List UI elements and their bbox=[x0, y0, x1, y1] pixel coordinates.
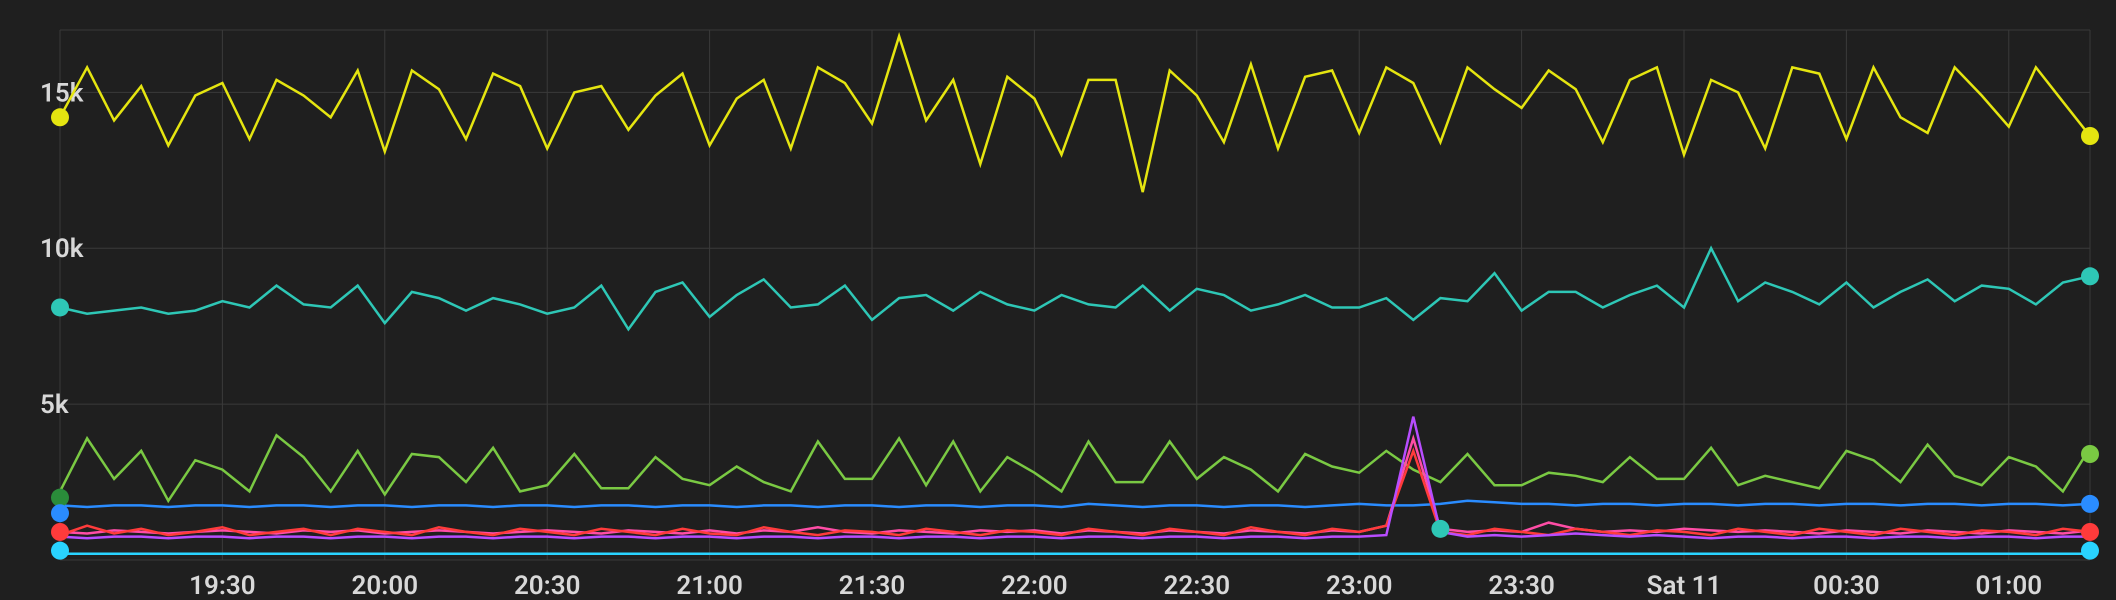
series-teal-end-dot[interactable] bbox=[2081, 267, 2099, 285]
y-tick-label: 15k bbox=[40, 78, 84, 108]
x-tick-label: 22:30 bbox=[1164, 571, 1231, 600]
y-tick-label: 10k bbox=[40, 234, 84, 264]
series-red-end-dot[interactable] bbox=[2081, 523, 2099, 541]
x-tick-label: Sat 11 bbox=[1647, 571, 1722, 600]
series-cyan-end-dot[interactable] bbox=[2081, 542, 2099, 560]
x-tick-label: 00:30 bbox=[1813, 571, 1880, 600]
x-tick-label: 21:00 bbox=[676, 571, 743, 600]
series-group bbox=[60, 36, 2090, 554]
series-purple[interactable] bbox=[60, 417, 2090, 539]
series-yellow-start-dot[interactable] bbox=[51, 108, 69, 126]
x-tick-label: 23:00 bbox=[1326, 571, 1393, 600]
series-teal-start-dot[interactable] bbox=[51, 298, 69, 316]
x-axis-labels: 19:30 20:00 20:30 21:00 21:30 22:00 22:30 23:00… bbox=[189, 571, 2042, 600]
series-blue-start-dot[interactable] bbox=[51, 504, 69, 522]
x-tick-label: 19:30 bbox=[189, 571, 256, 600]
series-blue-end-dot[interactable] bbox=[2081, 495, 2099, 513]
chart-panel: 5k 10k 15k 19:30 20:00 20:30 21:00 21:30 22:00 22… bbox=[0, 0, 2116, 600]
y-axis-labels: 5k 10k 15k bbox=[40, 78, 84, 420]
x-tick-label: 22:00 bbox=[1001, 571, 1068, 600]
series-green[interactable] bbox=[60, 435, 2090, 501]
series-blue[interactable] bbox=[60, 501, 2090, 507]
series-red-start-dot[interactable] bbox=[51, 523, 69, 541]
x-tick-label: 23:30 bbox=[1488, 571, 1555, 600]
x-tick-label: 01:00 bbox=[1976, 571, 2043, 600]
series-yellow[interactable] bbox=[60, 36, 2090, 192]
series-teal[interactable] bbox=[60, 248, 2090, 329]
x-tick-label: 21:30 bbox=[839, 571, 906, 600]
series-green-end-dot[interactable] bbox=[2081, 445, 2099, 463]
timeseries-chart[interactable]: 5k 10k 15k 19:30 20:00 20:30 21:00 21:30 22:00 22… bbox=[0, 0, 2116, 600]
series-pink[interactable] bbox=[60, 438, 2090, 533]
y-tick-label: 5k bbox=[40, 390, 69, 420]
series-cyan-start-dot[interactable] bbox=[51, 542, 69, 560]
x-tick-label: 20:00 bbox=[352, 571, 419, 600]
series-yellow-end-dot[interactable] bbox=[2081, 127, 2099, 145]
highlight-dot[interactable] bbox=[1431, 520, 1449, 538]
x-tick-label: 20:30 bbox=[514, 571, 581, 600]
series-green-start-dot[interactable] bbox=[51, 489, 69, 507]
